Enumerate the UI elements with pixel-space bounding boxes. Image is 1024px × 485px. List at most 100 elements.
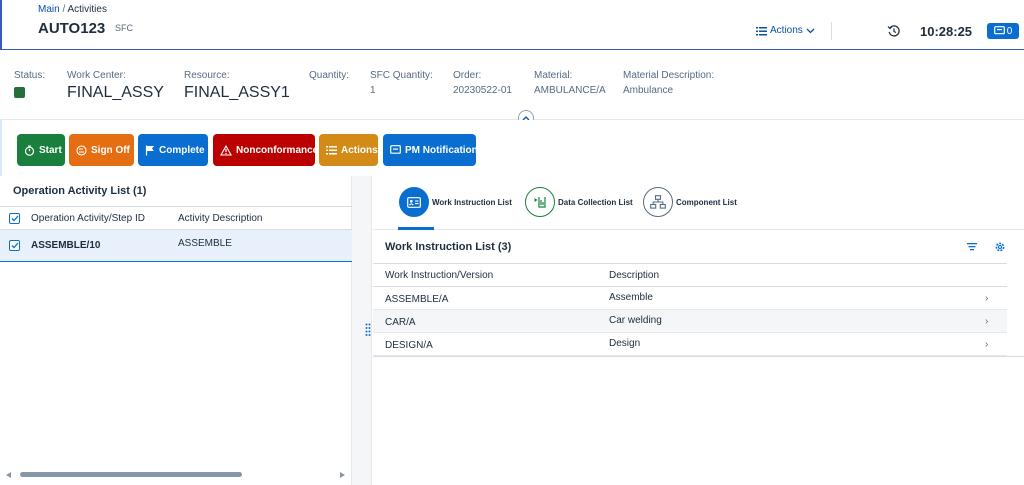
tab-work-instruction-label: Work Instruction List <box>432 197 512 207</box>
row-work-instruction: CAR/A <box>385 317 416 328</box>
header-divider <box>831 22 832 40</box>
chevron-down-icon <box>806 28 815 33</box>
breadcrumb-main-link[interactable]: Main <box>38 4 60 15</box>
tab-bar: Work Instruction List Data Collection Li… <box>373 176 1024 230</box>
breadcrumb: Main / Activities <box>38 4 107 15</box>
scroll-right-icon[interactable] <box>340 472 345 478</box>
order-field: Order: 20230522-01 <box>453 70 512 96</box>
table-row[interactable]: DESIGN/A Design › <box>373 333 1007 356</box>
status-indicator <box>14 87 25 98</box>
work-instruction-card: Work Instruction List (3) Work Instructi… <box>373 232 1024 357</box>
horizontal-scrollbar[interactable] <box>6 471 346 479</box>
material-label: Material: <box>534 70 573 81</box>
row-activity-description: ASSEMBLE <box>178 238 232 249</box>
hierarchy-icon <box>643 187 673 217</box>
action-toolbar: Start Sign Off Complete Nonconformance A… <box>0 120 1024 176</box>
nonconformance-button[interactable]: Nonconformance <box>213 134 319 166</box>
order-label: Order: <box>453 70 482 81</box>
start-button[interactable]: Start <box>17 134 65 166</box>
chevron-right-icon: › <box>985 316 989 327</box>
tab-data-collection-list[interactable]: Data Collection List <box>525 187 633 217</box>
column-header-step-id[interactable]: Operation Activity/Step ID <box>31 213 145 224</box>
material-field: Material: AMBULANCE/A <box>534 70 606 96</box>
splitter-grip-icon[interactable] <box>365 323 371 337</box>
work-center-value: FINAL_ASSY <box>67 84 164 101</box>
work-center-label: Work Center: <box>67 70 126 81</box>
operation-activity-table-header: Operation Activity/Step ID Activity Desc… <box>0 206 352 230</box>
history-icon[interactable] <box>887 24 901 38</box>
page-subtitle: SFC <box>115 23 133 33</box>
scrollbar-thumb[interactable] <box>20 472 242 477</box>
material-description-field: Material Description: Ambulance <box>623 70 714 96</box>
table-row[interactable]: CAR/A Car welding › <box>373 310 1007 333</box>
quantity-field: Quantity: <box>309 70 349 81</box>
material-description-label: Material Description: <box>623 70 715 81</box>
sfc-quantity-value: 1 <box>370 85 376 96</box>
row-description: Car welding <box>609 315 662 326</box>
notifications-button[interactable]: 0 <box>987 23 1019 39</box>
toolbar-actions-label: Actions <box>341 144 378 156</box>
nonconformance-label: Nonconformance <box>236 144 319 156</box>
complete-button[interactable]: Complete <box>138 134 208 166</box>
table-row[interactable]: ASSEMBLE/A Assemble › <box>373 287 1007 310</box>
status-label: Status: <box>14 70 46 81</box>
column-header-activity-description[interactable]: Activity Description <box>178 213 262 224</box>
work-instruction-title: Work Instruction List (3) <box>385 241 512 253</box>
table-row[interactable]: ASSEMBLE/10 ASSEMBLE <box>0 230 352 262</box>
order-value: 20230522-01 <box>453 85 512 96</box>
sign-off-button[interactable]: Sign Off <box>69 134 134 166</box>
resource-value: FINAL_ASSY1 <box>184 84 290 101</box>
header-actions-label: Actions <box>770 25 803 36</box>
stopwatch-icon <box>24 145 35 156</box>
notification-count: 0 <box>1006 25 1013 37</box>
sfc-info-panel: Status: Work Center: FINAL_ASSY Resource… <box>0 52 1024 120</box>
page-title: AUTO123 <box>38 20 106 37</box>
complete-label: Complete <box>159 144 205 156</box>
material-value: AMBULANCE/A <box>534 85 606 96</box>
checkmark-icon <box>11 215 18 222</box>
list-icon <box>326 146 337 155</box>
toolbar-actions-button[interactable]: Actions <box>319 134 378 166</box>
row-step-id: ASSEMBLE/10 <box>31 240 101 251</box>
warning-icon <box>220 144 232 156</box>
breadcrumb-current: Activities <box>67 4 107 15</box>
resource-label: Resource: <box>184 70 230 81</box>
row-checkbox[interactable] <box>9 240 20 251</box>
list-icon <box>756 26 767 35</box>
pm-notification-button[interactable]: PM Notification <box>383 134 478 166</box>
status-field: Status: <box>14 70 45 98</box>
settings-gear-icon[interactable] <box>994 241 1006 253</box>
header-actions-button[interactable]: Actions <box>756 25 815 36</box>
column-header-description[interactable]: Description <box>609 270 659 281</box>
breadcrumb-separator: / <box>62 4 66 15</box>
material-description-value: Ambulance <box>623 85 674 96</box>
tab-work-instruction-list[interactable]: Work Instruction List <box>399 187 512 217</box>
quantity-label: Quantity: <box>309 70 350 81</box>
tab-component-list[interactable]: Component List <box>643 187 737 217</box>
column-header-work-instruction[interactable]: Work Instruction/Version <box>385 270 493 281</box>
active-tab-indicator <box>398 227 434 230</box>
select-all-checkbox[interactable] <box>9 213 20 224</box>
message-icon <box>390 145 401 154</box>
sign-off-icon <box>76 144 87 156</box>
data-collection-icon <box>525 187 555 217</box>
sfc-quantity-field: SFC Quantity: 1 <box>370 70 433 96</box>
message-icon <box>993 26 1005 35</box>
pm-notification-label: PM Notification <box>405 144 478 156</box>
scroll-left-icon[interactable] <box>6 472 11 478</box>
chevron-right-icon: › <box>985 293 989 304</box>
tab-data-collection-label: Data Collection List <box>558 197 633 207</box>
work-instruction-table-header: Work Instruction/Version Description <box>373 263 1007 287</box>
operation-activity-title: Operation Activity List (1) <box>13 185 147 197</box>
shell-header: Main / Activities AUTO123 SFC Actions 10… <box>0 0 1024 50</box>
work-center-field: Work Center: FINAL_ASSY <box>67 70 164 102</box>
start-label: Start <box>39 144 62 156</box>
detail-panel: Work Instruction List Data Collection Li… <box>373 176 1024 485</box>
sign-off-label: Sign Off <box>91 144 130 156</box>
id-card-icon <box>399 187 429 217</box>
row-work-instruction: DESIGN/A <box>385 340 433 351</box>
operation-activity-panel: Operation Activity List (1) Operation Ac… <box>0 176 352 485</box>
flag-icon <box>145 145 154 155</box>
sort-icon[interactable] <box>966 241 978 253</box>
checkmark-icon <box>11 242 18 249</box>
